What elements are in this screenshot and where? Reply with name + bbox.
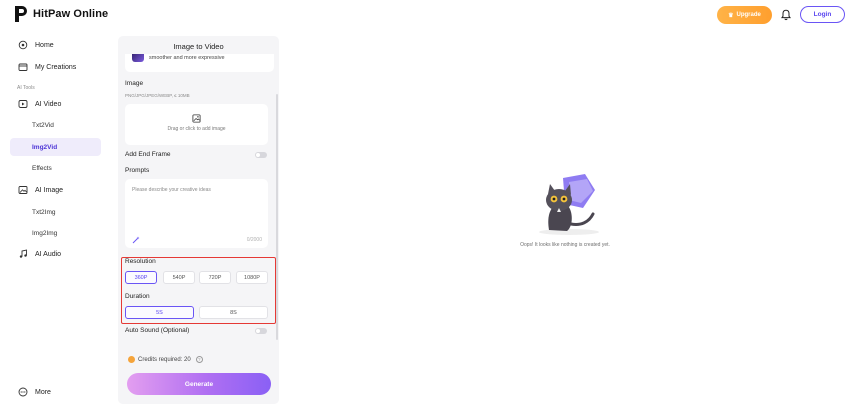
video-icon (18, 100, 28, 108)
generate-button[interactable]: Generate (127, 373, 271, 395)
image-label: Image (125, 80, 144, 87)
top-bar: HitPaw Online ♛ Upgrade Login (0, 0, 855, 30)
auto-sound-toggle[interactable] (255, 328, 267, 334)
sidebar-item-label: AI Audio (35, 250, 62, 258)
magic-wand-icon[interactable] (132, 236, 140, 244)
sidebar-section-label: AI Tools (17, 85, 35, 91)
model-thumbnail (132, 54, 144, 62)
home-icon (18, 40, 28, 50)
sidebar-item-effects[interactable]: Effects (10, 159, 101, 177)
dropzone-text: Drag or click to add image (167, 126, 226, 132)
sidebar-item-txt2img[interactable]: Txt2Img (10, 203, 101, 221)
empty-state-text: Oops! It looks like nothing is created y… (520, 242, 610, 248)
prompt-input[interactable]: Please describe your creative ideas 0/20… (125, 179, 268, 248)
sidebar-item-img2vid[interactable]: Img2Vid (10, 138, 101, 156)
bell-icon[interactable] (780, 9, 792, 21)
model-card[interactable]: smoother and more expressive (125, 54, 274, 108)
logo[interactable]: HitPaw Online (14, 5, 108, 23)
image-icon (18, 186, 28, 194)
prompt-placeholder: Please describe your creative ideas (132, 187, 211, 193)
credits-text: Credits required: 20 (138, 356, 191, 363)
sidebar-item-ai-video[interactable]: AI Video (18, 99, 61, 109)
sidebar-item-ai-image[interactable]: AI Image (18, 185, 63, 195)
prompts-label: Prompts (125, 167, 150, 174)
crown-icon: ♛ (728, 12, 734, 19)
sidebar-item-home[interactable]: Home (18, 40, 54, 50)
upgrade-button[interactable]: ♛ Upgrade (717, 6, 772, 24)
logo-icon (15, 6, 27, 22)
model-description: smoother and more expressive (149, 55, 225, 61)
panel-scrollbar[interactable] (276, 94, 278, 340)
login-button[interactable]: Login (800, 6, 845, 23)
sidebar-item-img2img[interactable]: Img2Img (10, 224, 101, 242)
sidebar-item-label: More (35, 388, 51, 396)
sidebar-item-ai-audio[interactable]: AI Audio (18, 249, 61, 259)
image-format-hint: PNG/JPG/JPEG/WEBP, ≤ 10MB (125, 93, 190, 98)
sidebar-item-label: AI Image (35, 186, 64, 194)
sidebar-item-label: AI Video (35, 100, 62, 108)
logo-text: HitPaw Online (33, 8, 109, 20)
sidebar: Home My Creations AI Tools AI Video Txt2… (0, 30, 110, 409)
music-icon (19, 249, 27, 258)
app-root: HitPaw Online ♛ Upgrade Login Home My Cr… (0, 0, 855, 409)
sidebar-item-txt2vid[interactable]: Txt2Vid (10, 116, 101, 134)
sidebar-item-label: Home (35, 41, 54, 49)
upgrade-label: Upgrade (736, 12, 761, 18)
sidebar-item-label: My Creations (35, 63, 77, 71)
prompt-counter: 0/2000 (246, 237, 262, 243)
folder-icon (18, 63, 28, 71)
panel-title: Image to Video (173, 42, 224, 51)
sidebar-item-more[interactable]: More (18, 387, 51, 397)
auto-sound-label: Auto Sound (Optional) (125, 327, 190, 334)
add-image-icon (192, 114, 201, 123)
more-icon (18, 387, 28, 397)
empty-state-illustration (539, 174, 599, 235)
panel-footer: Credits required: 20 ? Generate (118, 342, 279, 404)
end-frame-toggle[interactable] (255, 152, 267, 158)
end-frame-label: Add End Frame (125, 151, 171, 158)
model-card-body: smoother and more expressive (125, 54, 274, 72)
info-icon[interactable]: ? (195, 356, 203, 363)
credits-info: Credits required: 20 ? (128, 356, 203, 363)
sidebar-item-my-creations[interactable]: My Creations (18, 62, 76, 72)
coin-icon (128, 356, 135, 363)
image-dropzone[interactable]: Drag or click to add image (125, 104, 268, 145)
selection-highlight (121, 257, 276, 324)
